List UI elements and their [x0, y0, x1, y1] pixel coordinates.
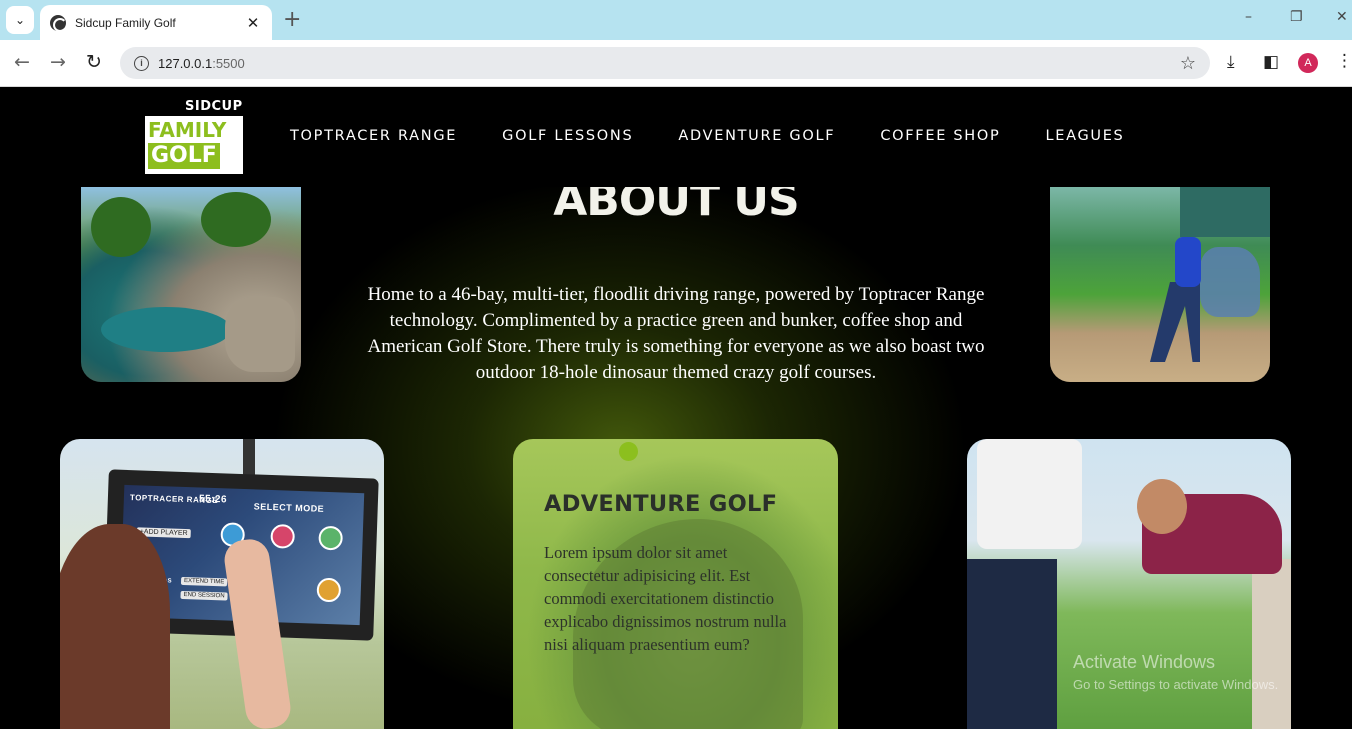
- close-tab-icon[interactable]: ✕: [244, 14, 262, 32]
- screen-mode: SELECT MODE: [253, 501, 325, 514]
- nav-toptracer-range[interactable]: TOPTRACER RANGE: [290, 128, 457, 144]
- site-info-icon[interactable]: i: [134, 55, 149, 71]
- tab-title: Sidcup Family Golf: [75, 15, 176, 30]
- screen-end: END SESSION: [180, 590, 228, 601]
- about-text: Home to a 46-bay, multi-tier, floodlit d…: [367, 284, 985, 383]
- menu-icon[interactable]: ⋮: [1336, 51, 1352, 71]
- activate-windows-subtitle: Go to Settings to activate Windows.: [1073, 677, 1279, 692]
- profile-avatar[interactable]: A: [1298, 53, 1318, 73]
- browser-toolbar: ← → ↻ i 127.0.0.1:5500 ☆ ⤓ ◧ A ⋮: [0, 40, 1352, 87]
- new-tab-icon[interactable]: +: [283, 7, 301, 32]
- activate-windows-title: Activate Windows: [1073, 652, 1216, 672]
- page-content: SIDCUP FAMILY GOLF TOPTRACER RANGE GOLF …: [0, 87, 1352, 729]
- nav-golf-lessons[interactable]: GOLF LESSONS: [502, 128, 633, 144]
- nav-adventure-golf[interactable]: ADVENTURE GOLF: [678, 128, 835, 144]
- logo-sidcup: SIDCUP: [185, 99, 243, 114]
- minimize-icon[interactable]: –: [1245, 9, 1252, 25]
- reload-icon[interactable]: ↻: [82, 51, 106, 73]
- browser-tab[interactable]: Sidcup Family Golf ✕: [40, 5, 272, 40]
- restore-icon[interactable]: ❐: [1290, 9, 1303, 25]
- toptracer-screen-photo: TOPTRACER RANGE 55:26 SELECT MODE +ADD P…: [60, 439, 384, 729]
- nav-coffee-shop[interactable]: COFFEE SHOP: [880, 128, 1000, 144]
- url-text[interactable]: 127.0.0.1:5500: [158, 56, 1180, 71]
- logo-golf: GOLF: [148, 143, 220, 169]
- tab-search-icon[interactable]: ⌄: [6, 6, 34, 34]
- site-logo[interactable]: SIDCUP FAMILY GOLF: [145, 99, 245, 175]
- download-icon[interactable]: ⤓: [1227, 52, 1235, 72]
- nav-leagues[interactable]: LEAGUES: [1045, 128, 1124, 144]
- bookmark-star-icon[interactable]: ☆: [1180, 53, 1196, 74]
- forward-icon[interactable]: →: [46, 51, 70, 73]
- screen-extend: EXTEND TIME: [180, 576, 228, 587]
- side-panel-icon[interactable]: ◧: [1263, 52, 1279, 72]
- site-header: SIDCUP FAMILY GOLF TOPTRACER RANGE GOLF …: [0, 87, 1352, 187]
- decorative-dot: [619, 442, 638, 461]
- adventure-golf-text: Lorem ipsum dolor sit amet consectetur a…: [544, 543, 787, 654]
- back-icon[interactable]: ←: [10, 51, 34, 73]
- window-close-icon[interactable]: ✕: [1336, 9, 1348, 25]
- browser-tab-bar: ⌄ Sidcup Family Golf ✕ + – ❐ ✕: [0, 0, 1352, 40]
- logo-family: FAMILY: [148, 118, 227, 142]
- adventure-golf-title: ADVENTURE GOLF: [544, 491, 778, 517]
- adventure-golf-card[interactable]: ADVENTURE GOLF Lorem ipsum dolor sit ame…: [513, 439, 838, 729]
- globe-icon: [50, 14, 67, 32]
- logo-box: FAMILY GOLF: [145, 116, 243, 174]
- screen-timer: 55:26: [198, 493, 228, 506]
- main-nav: TOPTRACER RANGE GOLF LESSONS ADVENTURE G…: [290, 128, 1169, 144]
- address-bar[interactable]: i 127.0.0.1:5500 ☆: [120, 47, 1210, 79]
